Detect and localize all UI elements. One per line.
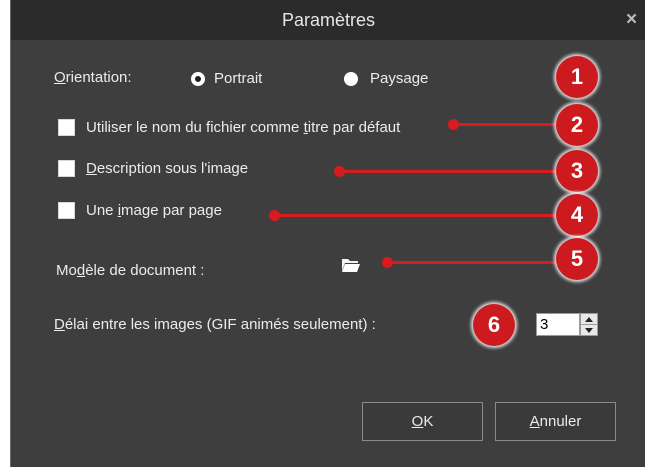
callout-leader-3 — [339, 170, 563, 173]
cancel-button[interactable]: Annuler — [495, 402, 616, 441]
spin-up-button[interactable] — [581, 314, 597, 325]
orientation-label: Orientation: — [54, 69, 132, 86]
one-image-per-page-label[interactable]: Une image par page — [86, 202, 222, 219]
ok-button[interactable]: OK — [362, 402, 483, 441]
title-bar: Paramètres × — [11, 0, 645, 40]
use-filename-label[interactable]: Utiliser le nom du fichier comme titre p… — [86, 119, 400, 136]
dialog-title: Paramètres — [281, 10, 376, 30]
callout-badge-3: 3 — [556, 150, 598, 192]
document-template-label: Modèle de document : — [56, 262, 205, 279]
portrait-label[interactable]: Portrait — [214, 70, 262, 87]
one-image-per-page-checkbox[interactable] — [58, 202, 75, 219]
delay-input[interactable] — [536, 313, 580, 336]
landscape-label[interactable]: Paysage — [370, 70, 428, 87]
callout-dot-4 — [269, 210, 280, 221]
callout-badge-4: 4 — [556, 194, 598, 236]
callout-leader-4 — [274, 214, 563, 217]
callout-dot-2 — [448, 119, 459, 130]
use-filename-checkbox[interactable] — [58, 119, 75, 136]
callout-leader-2 — [453, 123, 563, 126]
folder-open-icon[interactable] — [341, 256, 361, 274]
callout-badge-1: 1 — [556, 56, 598, 98]
callout-badge-5: 5 — [556, 238, 598, 280]
callout-badge-6: 6 — [473, 304, 515, 346]
chevron-down-icon — [585, 327, 593, 333]
chevron-up-icon — [585, 316, 593, 322]
callout-badge-2: 2 — [556, 104, 598, 146]
delay-spinner — [580, 313, 598, 336]
callout-leader-5 — [387, 261, 563, 264]
spin-down-button[interactable] — [581, 325, 597, 335]
description-checkbox[interactable] — [58, 160, 75, 177]
settings-dialog: Paramètres × Orientation: Portrait Paysa… — [10, 0, 645, 467]
landscape-radio[interactable] — [344, 72, 358, 86]
description-label[interactable]: Description sous l'image — [86, 160, 248, 177]
portrait-radio[interactable] — [191, 72, 205, 86]
delay-label: Délai entre les images (GIF animés seule… — [54, 316, 376, 333]
callout-dot-5 — [382, 257, 393, 268]
callout-dot-3 — [334, 166, 345, 177]
close-icon[interactable]: × — [626, 10, 637, 30]
